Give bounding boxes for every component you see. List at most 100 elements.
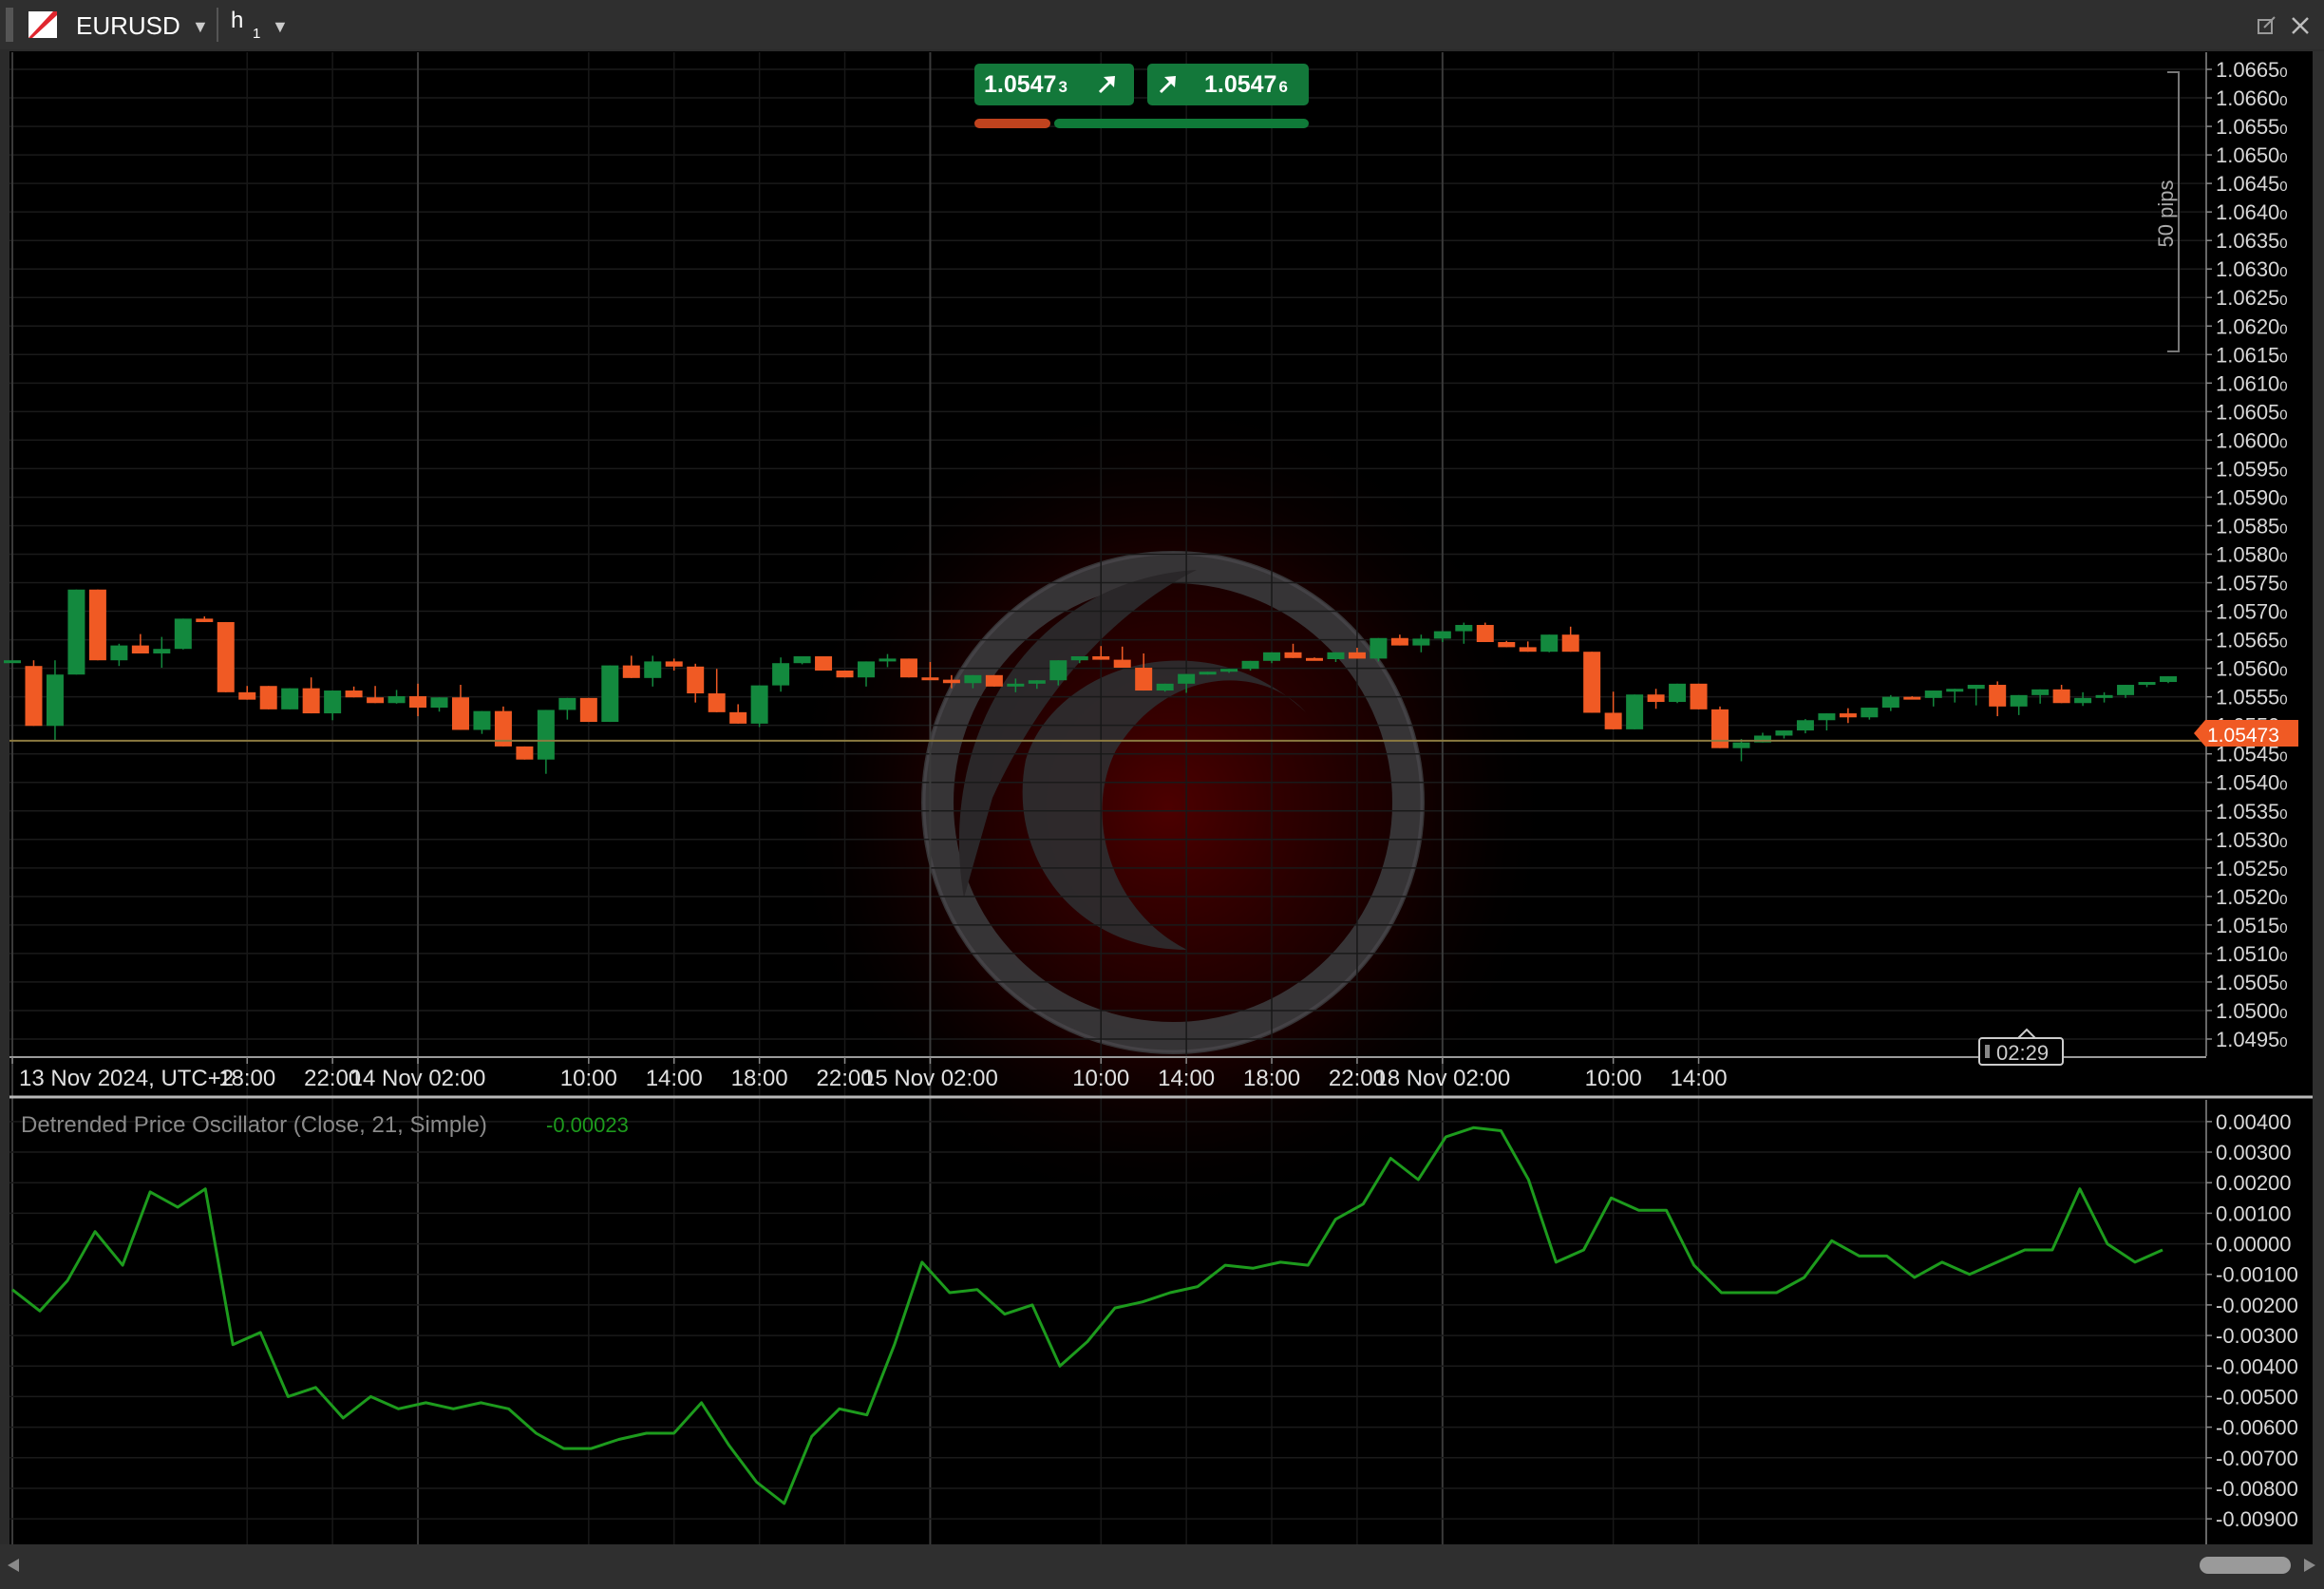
price-tick-label: 1.06550 [2216, 115, 2288, 139]
detach-window-icon[interactable] [2258, 16, 2276, 34]
candle-body [174, 618, 192, 650]
candle-body [1455, 624, 1473, 632]
price-tick-label: 1.06000 [2216, 428, 2288, 452]
candle-body [1881, 696, 1899, 709]
svg-text:1.05476: 1.0547 6 [1204, 71, 1288, 98]
candle-body [1839, 713, 1857, 718]
price-tick-suffix: 0 [2279, 520, 2287, 537]
candle-body [1626, 694, 1644, 729]
candle-body [1861, 708, 1879, 718]
scroll-right-icon[interactable] [2304, 1559, 2315, 1572]
indicator-tick-label: 0.00100 [2216, 1201, 2292, 1225]
symbol-flag-icon [28, 11, 57, 38]
price-tick-label: 1.05850 [2216, 514, 2288, 538]
candle-body [409, 696, 427, 709]
timeframe-dropdown-icon[interactable]: ▼ [272, 17, 289, 36]
candle-body [1498, 641, 1516, 648]
candle-body [473, 710, 491, 730]
watermark-glow [779, 389, 1558, 1225]
indicator-tick-label: -0.00600 [2216, 1416, 2298, 1440]
candle-body [579, 697, 597, 723]
candle-body [1348, 652, 1366, 659]
time-tick-label: 14 Nov 02:00 [350, 1066, 486, 1091]
buy-sentiment-bar [1054, 119, 1309, 128]
candle-body [131, 645, 149, 653]
candle-body [601, 665, 619, 723]
sell-button[interactable]: 1.0547 3 [974, 64, 1134, 105]
time-tick-label: 10:00 [560, 1066, 617, 1091]
toolbar-divider [217, 8, 218, 42]
indicator-tick-label: -0.00400 [2216, 1354, 2298, 1378]
price-tick-label: 1.06050 [2216, 400, 2288, 424]
candle-body [687, 666, 705, 694]
price-tick-label: 1.05600 [2216, 657, 2288, 681]
current-price-tag: 1.05473 [2194, 720, 2298, 747]
candle-body [2160, 676, 2177, 683]
price-tick-label: 1.06200 [2216, 314, 2288, 338]
price-tick-suffix: 0 [2279, 179, 2287, 195]
buy-button[interactable]: 1.0547 6 [1147, 64, 1309, 105]
scrollbar[interactable] [8, 1557, 2315, 1574]
candle-body [196, 618, 214, 622]
price-tick-suffix: 0 [2279, 578, 2287, 595]
countdown-label: 02:29 [1996, 1041, 2049, 1065]
price-tick-suffix: 0 [2279, 65, 2287, 81]
candle-body [1818, 713, 1836, 721]
candle-body [25, 666, 43, 727]
time-tick-label: 13 Nov 2024, UTC+2 [19, 1066, 234, 1091]
scrollbar-thumb[interactable] [2200, 1557, 2291, 1574]
indicator-tick-label: -0.00200 [2216, 1294, 2298, 1317]
drag-handle-icon[interactable] [6, 8, 13, 42]
candle-body [2095, 694, 2113, 698]
price-tick-label: 1.05150 [2216, 914, 2288, 937]
candle-body [1711, 709, 1729, 748]
candle-body [2010, 694, 2028, 707]
indicator-tick-label: 0.00300 [2216, 1141, 2292, 1164]
candle-body [238, 691, 256, 700]
price-tick-label: 1.05300 [2216, 828, 2288, 852]
price-tick-suffix: 0 [2279, 150, 2287, 166]
scroll-left-icon[interactable] [8, 1559, 19, 1572]
price-tick-label: 1.05100 [2216, 942, 2288, 966]
price-tick-suffix: 0 [2279, 692, 2287, 709]
price-tick-label: 1.05050 [2216, 971, 2288, 994]
timeframe-label[interactable]: h [231, 8, 243, 33]
candle-body [1669, 683, 1687, 703]
trading-chart[interactable]: EURUSD ▼ h 1 ▼ 1.0547 3 1.0547 6 1.06650… [0, 0, 2324, 1589]
price-tick-label: 1.05400 [2216, 771, 2288, 795]
indicator-tick-label: -0.00100 [2216, 1263, 2298, 1287]
svg-text:1.05473: 1.0547 3 [984, 71, 1068, 98]
indicator-tick-label: -0.00300 [2216, 1324, 2298, 1348]
candle-body [815, 656, 833, 672]
price-tick-label: 1.06450 [2216, 172, 2288, 196]
candle-body [942, 679, 960, 684]
candle-body [729, 711, 747, 724]
candle-body [367, 697, 385, 704]
candle-body [153, 649, 171, 653]
price-tick-suffix: 0 [2279, 264, 2287, 280]
indicator-title[interactable]: Detrended Price Oscillator (Close, 21, S… [21, 1112, 487, 1138]
current-price-label: 1.05473 [2207, 725, 2279, 747]
price-tick-suffix: 0 [2279, 350, 2287, 366]
price-tick-suffix: 0 [2279, 378, 2287, 394]
sell-price: 1.0547 [984, 71, 1056, 98]
price-tick-suffix: 0 [2279, 435, 2287, 451]
time-tick-label: 14:00 [1158, 1066, 1215, 1091]
candle-body [793, 656, 811, 664]
price-tick-label: 1.05200 [2216, 885, 2288, 909]
symbol-label[interactable]: EURUSD [76, 11, 180, 40]
price-tick-suffix: 0 [2279, 236, 2287, 252]
candle-body [387, 696, 406, 704]
indicator-tick-label: -0.00700 [2216, 1447, 2298, 1470]
candle-body [88, 589, 106, 661]
price-tick-label: 1.05900 [2216, 485, 2288, 509]
price-tick-label: 1.05250 [2216, 857, 2288, 880]
price-tick-suffix: 0 [2279, 93, 2287, 109]
price-tick-label: 1.06100 [2216, 371, 2288, 395]
symbol-dropdown-icon[interactable]: ▼ [192, 17, 209, 36]
candle-body [2052, 689, 2070, 704]
candle-body [217, 621, 235, 692]
price-tick-suffix: 0 [2279, 550, 2287, 566]
close-icon[interactable] [2292, 17, 2309, 34]
candle-body [537, 709, 555, 760]
